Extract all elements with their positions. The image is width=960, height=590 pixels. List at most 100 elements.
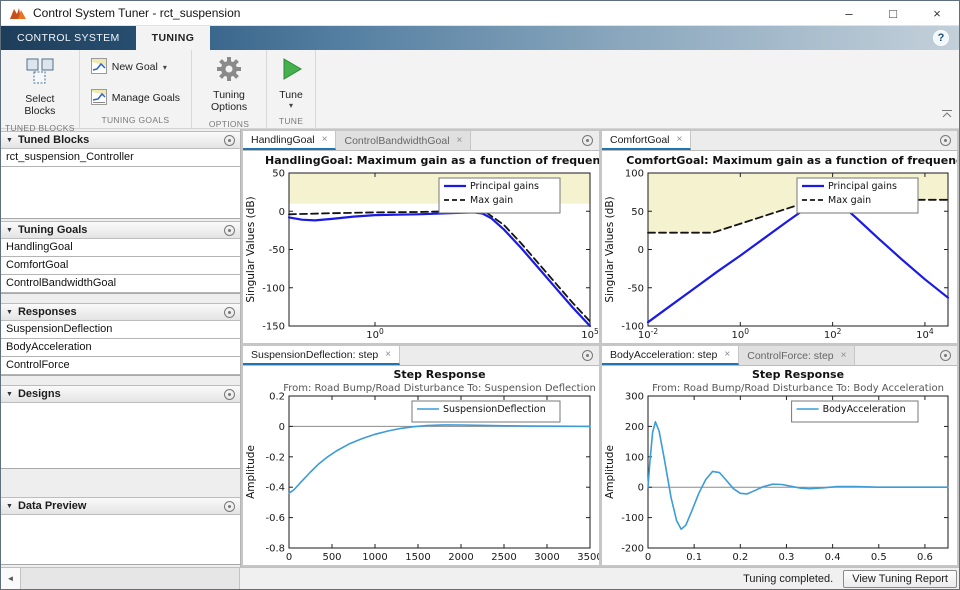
doc-tab-comfortgoal[interactable]: ComfortGoal ×	[602, 131, 692, 150]
doc-tab-label: HandlingGoal	[251, 133, 315, 146]
group-label-tuning-goals: TUNING GOALS	[101, 115, 170, 125]
svg-text:0: 0	[638, 245, 644, 256]
manage-goals-label: Manage Goals	[111, 92, 181, 104]
toolbar-group-tuning-goals: New Goal ▾ Manage Goals TUNING GOALS	[80, 50, 193, 128]
close-icon[interactable]: ×	[915, 1, 959, 26]
svg-text:-50: -50	[269, 245, 285, 256]
tabstrip-filler	[210, 26, 933, 50]
svg-text:100: 100	[366, 327, 384, 341]
close-tab-icon[interactable]: ×	[322, 134, 328, 145]
plot-panel-comfort-goal: ComfortGoal × 100 50 0 -50 -100 10-2 100 102 104…	[602, 131, 960, 343]
doc-tab-bodyacceleration-step[interactable]: BodyAcceleration: step ×	[602, 346, 740, 365]
goal-item-controlbandwidthgoal[interactable]: ControlBandwidthGoal	[1, 275, 240, 293]
tune-label: Tune	[279, 89, 303, 101]
svg-text:-0.4: -0.4	[265, 483, 285, 494]
response-item-controlforce[interactable]: ControlForce	[1, 357, 240, 375]
ribbon-tabstrip: CONTROL SYSTEM TUNING ?	[1, 26, 959, 50]
close-tab-icon[interactable]: ×	[724, 349, 730, 360]
collapse-arrow-icon: ▼	[6, 502, 13, 510]
doc-tabbar-top-left: HandlingGoal × ControlBandwidthGoal ×	[243, 131, 599, 151]
tab-control-system[interactable]: CONTROL SYSTEM	[1, 26, 136, 50]
svg-text:0.4: 0.4	[825, 552, 841, 563]
ribbon-toolbar: Select Blocks TUNED BLOCKS New Goal ▾ Ma…	[1, 50, 959, 133]
panel-actions-icon[interactable]	[224, 500, 235, 512]
panel-header-responses[interactable]: ▼ Responses	[1, 303, 240, 321]
tuning-options-button[interactable]: Tuning Options	[196, 52, 262, 117]
doc-tab-controlforce-step[interactable]: ControlForce: step ×	[739, 346, 856, 365]
panel-header-tuning-goals[interactable]: ▼ Tuning Goals	[1, 221, 240, 239]
svg-text:-100: -100	[262, 283, 285, 294]
doc-tab-label: ComfortGoal	[610, 133, 670, 146]
handling-goal-plot: 50 0 -50 -100 -150 100 105 HandlingGoal: Maximu…	[243, 151, 614, 343]
panel-actions-icon[interactable]	[224, 388, 235, 400]
sidebar-hscrollbar[interactable]	[21, 568, 240, 589]
doc-tabbar-bottom-right: BodyAcceleration: step × ControlForce: s…	[602, 346, 957, 366]
maximize-icon[interactable]: □	[871, 1, 915, 26]
statusbar: ◄ Tuning completed. View Tuning Report	[1, 567, 959, 589]
panel-title-designs: Designs	[17, 388, 61, 400]
panel-actions-icon[interactable]	[224, 306, 235, 318]
control-system-tuner-window: Control System Tuner - rct_suspension – …	[0, 0, 960, 590]
comfort-goal-plot: 100 50 0 -50 -100 10-2 100 102 104 ComfortGoal: M…	[602, 151, 960, 343]
doc-tab-controlbandwidthgoal[interactable]: ControlBandwidthGoal ×	[336, 131, 472, 150]
doc-actions-icon[interactable]	[582, 135, 593, 146]
collapse-ribbon-icon[interactable]	[941, 106, 953, 124]
manage-goals-button[interactable]: Manage Goals	[84, 85, 187, 112]
new-goal-button[interactable]: New Goal ▾	[84, 54, 174, 81]
goal-item-comfortgoal[interactable]: ComfortGoal	[1, 257, 240, 275]
close-tab-icon[interactable]: ×	[385, 349, 391, 360]
minimize-icon[interactable]: –	[827, 1, 871, 26]
doc-tab-label: BodyAcceleration: step	[610, 348, 718, 361]
tab-tuning[interactable]: TUNING	[135, 26, 211, 50]
doc-tabbar-bottom-left: SuspensionDeflection: step ×	[243, 346, 599, 366]
svg-text:2000: 2000	[448, 552, 473, 563]
svg-text:0: 0	[638, 483, 644, 494]
doc-tab-suspensiondeflection-step[interactable]: SuspensionDeflection: step ×	[243, 346, 401, 365]
svg-text:Step Response: Step Response	[752, 368, 844, 381]
response-item-suspensiondeflection[interactable]: SuspensionDeflection	[1, 321, 240, 339]
close-tab-icon[interactable]: ×	[841, 350, 847, 361]
svg-text:Singular Values (dB): Singular Values (dB)	[245, 196, 257, 302]
svg-text:50: 50	[631, 207, 644, 218]
panel-actions-icon[interactable]	[224, 134, 235, 146]
close-tab-icon[interactable]: ×	[677, 134, 683, 145]
svg-text:Singular Values (dB): Singular Values (dB)	[604, 196, 616, 302]
tune-button[interactable]: Tune ▾	[271, 52, 311, 114]
close-tab-icon[interactable]: ×	[457, 135, 463, 146]
doc-tab-handlinggoal[interactable]: HandlingGoal ×	[243, 131, 337, 150]
collapse-arrow-icon: ▼	[6, 308, 13, 316]
doc-tab-label: SuspensionDeflection: step	[251, 348, 379, 361]
view-tuning-report-button[interactable]: View Tuning Report	[843, 569, 957, 588]
toolbar-group-tune: Tune ▾ TUNE	[267, 50, 317, 128]
svg-text:Step Response: Step Response	[393, 368, 485, 381]
svg-text:Max gain: Max gain	[470, 195, 513, 206]
panel-data-preview: ▼ Data Preview	[1, 497, 240, 565]
panel-header-designs[interactable]: ▼ Designs	[1, 385, 240, 403]
doc-actions-icon[interactable]	[582, 350, 593, 361]
window-title: Control System Tuner - rct_suspension	[33, 6, 241, 20]
panel-header-data-preview[interactable]: ▼ Data Preview	[1, 497, 240, 515]
panel-header-tuned-blocks[interactable]: ▼ Tuned Blocks	[1, 131, 240, 149]
select-blocks-button[interactable]: Select Blocks	[7, 52, 73, 121]
svg-text:0.5: 0.5	[871, 552, 887, 563]
svg-text:102: 102	[824, 327, 842, 341]
svg-text:105: 105	[581, 327, 599, 341]
plot-panel-suspension-deflection: SuspensionDeflection: step × 0.2 0 -0.2 -0.…	[243, 346, 603, 565]
tuned-block-item-controller[interactable]: rct_suspension_Controller	[1, 149, 240, 167]
tuning-options-label: Tuning Options	[210, 89, 248, 113]
response-item-bodyacceleration[interactable]: BodyAcceleration	[1, 339, 240, 357]
scroll-left-icon[interactable]: ◄	[1, 568, 21, 589]
help-button[interactable]: ?	[933, 30, 949, 46]
doc-actions-icon[interactable]	[940, 135, 951, 146]
doc-actions-icon[interactable]	[940, 350, 951, 361]
panel-actions-icon[interactable]	[224, 224, 235, 236]
svg-text:50: 50	[272, 169, 285, 180]
main-area: ▼ Tuned Blocks rct_suspension_Controller…	[1, 129, 960, 567]
svg-text:1000: 1000	[362, 552, 387, 563]
goal-item-handlinggoal[interactable]: HandlingGoal	[1, 239, 240, 257]
svg-text:0.6: 0.6	[917, 552, 933, 563]
new-goal-dropdown-icon: ▾	[162, 62, 167, 72]
suspension-deflection-chart: 0.20-0.2-0.4-0.6-0.80 500 1000 1500 2000 2500…	[245, 368, 603, 563]
doc-tab-label: ControlForce: step	[747, 349, 834, 362]
svg-text:From: Road Bump/Road Disturban: From: Road Bump/Road Disturbance To: Sus…	[283, 383, 596, 394]
